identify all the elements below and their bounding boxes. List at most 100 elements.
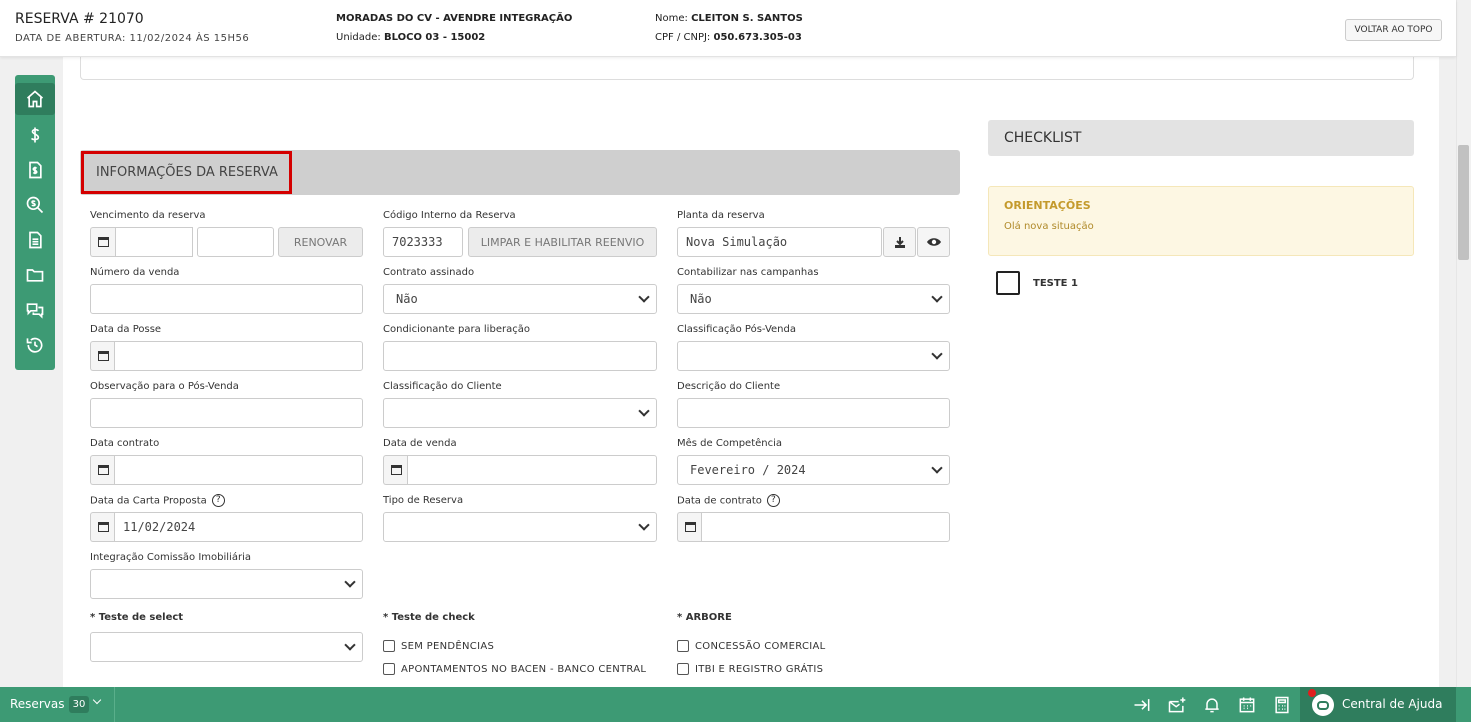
section-title: INFORMAÇÕES DA RESERVA bbox=[81, 151, 292, 194]
bottom-bar: Reservas 30 Central de Ajuda bbox=[0, 687, 1471, 722]
eye-icon[interactable] bbox=[917, 227, 950, 257]
descricao-cliente-label: Descrição do Cliente bbox=[677, 381, 781, 392]
calendar-icon[interactable] bbox=[1236, 694, 1258, 716]
divider bbox=[114, 687, 115, 722]
dollar-icon[interactable] bbox=[15, 119, 55, 151]
contabilizar-label: Contabilizar nas campanhas bbox=[677, 267, 819, 278]
classificacao-cliente-label: Classificação do Cliente bbox=[383, 381, 502, 392]
folder-icon[interactable] bbox=[15, 259, 55, 291]
help-icon[interactable]: ? bbox=[211, 494, 225, 507]
chevron-down-icon[interactable] bbox=[92, 695, 102, 705]
arbore-label: * ARBORE bbox=[677, 612, 732, 623]
observacao-input[interactable] bbox=[90, 398, 363, 428]
check-apontamentos[interactable]: APONTAMENTOS NO BACEN - BANCO CENTRAL bbox=[383, 663, 646, 675]
chevron-down-icon bbox=[931, 348, 943, 360]
contrato-assinado-label: Contrato assinado bbox=[383, 267, 475, 278]
data-posse-input[interactable] bbox=[114, 341, 363, 371]
help-center-label: Central de Ajuda bbox=[1342, 697, 1443, 711]
collapse-right-icon[interactable] bbox=[1131, 694, 1153, 716]
history-icon[interactable] bbox=[15, 329, 55, 361]
vencimento-time-input[interactable] bbox=[197, 227, 274, 257]
help-center-button[interactable]: Central de Ajuda bbox=[1300, 687, 1456, 722]
invoice-icon[interactable] bbox=[15, 154, 55, 186]
integracao-select[interactable] bbox=[90, 569, 363, 599]
classificacao-pos-label: Classificação Pós-Venda bbox=[677, 324, 796, 335]
client-name: Nome: CLEITON S. SANTOS bbox=[655, 13, 803, 24]
descricao-cliente-input[interactable] bbox=[677, 398, 950, 428]
teste-check-label: * Teste de check bbox=[383, 612, 475, 623]
classificacao-cliente-select[interactable] bbox=[383, 398, 657, 428]
tipo-reserva-select[interactable] bbox=[383, 512, 657, 542]
vencimento-date-input[interactable] bbox=[115, 227, 193, 257]
checkbox[interactable] bbox=[383, 663, 395, 675]
chevron-down-icon bbox=[344, 639, 356, 651]
checkbox[interactable] bbox=[677, 640, 689, 652]
mes-competencia-select[interactable]: Fevereiro / 2024 bbox=[677, 455, 950, 485]
numero-venda-label: Número da venda bbox=[90, 267, 180, 278]
check-concessao[interactable]: CONCESSÃO COMERCIAL bbox=[677, 640, 826, 652]
calendar-icon[interactable] bbox=[90, 227, 115, 257]
download-icon[interactable] bbox=[883, 227, 916, 257]
integracao-label: Integração Comissão Imobiliária bbox=[90, 552, 251, 563]
condicionante-input[interactable] bbox=[383, 341, 657, 371]
planta-input[interactable]: Nova Simulação bbox=[677, 227, 882, 257]
home-icon[interactable] bbox=[15, 83, 55, 115]
help-icon[interactable]: ? bbox=[766, 494, 780, 507]
calendar-icon[interactable] bbox=[677, 512, 702, 542]
calculator-icon[interactable] bbox=[1271, 694, 1293, 716]
data-venda-input[interactable] bbox=[407, 455, 657, 485]
document-icon[interactable] bbox=[15, 224, 55, 256]
checklist-item-label: TESTE 1 bbox=[1033, 278, 1078, 289]
reservation-title: RESERVA # 21070 bbox=[15, 11, 144, 27]
client-cpf: CPF / CNPJ: 050.673.305-03 bbox=[655, 32, 802, 43]
contrato-assinado-select[interactable]: Não bbox=[383, 284, 657, 314]
codigo-input[interactable]: 7023333 bbox=[383, 227, 463, 257]
data-de-contrato-label: Data de contrato? bbox=[677, 494, 780, 507]
data-posse-label: Data da Posse bbox=[90, 324, 162, 335]
checkbox[interactable] bbox=[383, 640, 395, 652]
chat-bubble-icon bbox=[1312, 694, 1334, 716]
orientations-title: ORIENTAÇÕES bbox=[1004, 199, 1091, 212]
reservas-count-badge: 30 bbox=[69, 696, 89, 713]
orientations-box: ORIENTAÇÕES Olá nova situação bbox=[988, 186, 1414, 256]
limpar-reenvio-button[interactable]: LIMPAR E HABILITAR REENVIO bbox=[468, 227, 657, 257]
previous-section-box bbox=[80, 55, 1414, 80]
renovar-button[interactable]: RENOVAR bbox=[278, 227, 363, 257]
chevron-down-icon bbox=[344, 576, 356, 588]
chevron-down-icon bbox=[931, 291, 943, 303]
opening-date: DATA DE ABERTURA: 11/02/2024 ÀS 15H56 bbox=[15, 33, 250, 44]
tipo-reserva-label: Tipo de Reserva bbox=[383, 495, 464, 506]
calendar-icon[interactable] bbox=[383, 455, 408, 485]
checklist-header: CHECKLIST bbox=[988, 120, 1414, 156]
chevron-down-icon bbox=[638, 519, 650, 531]
calendar-icon[interactable] bbox=[90, 512, 115, 542]
search-money-icon[interactable] bbox=[15, 189, 55, 221]
checklist-checkbox[interactable] bbox=[996, 271, 1020, 295]
condicionante-label: Condicionante para liberação bbox=[383, 324, 530, 335]
scrollbar-track[interactable] bbox=[1456, 0, 1471, 687]
data-carta-label: Data da Carta Proposta? bbox=[90, 494, 225, 507]
calendar-icon[interactable] bbox=[90, 341, 115, 371]
chat-icon[interactable] bbox=[15, 294, 55, 326]
teste-select[interactable] bbox=[90, 632, 363, 662]
orientations-text: Olá nova situação bbox=[1004, 221, 1094, 232]
checkbox[interactable] bbox=[677, 663, 689, 675]
back-to-top-button[interactable]: VOLTAR AO TOPO bbox=[1345, 19, 1442, 41]
enterprise-name: MORADAS DO CV - AVENDRE INTEGRAÇÃO bbox=[336, 13, 573, 24]
numero-venda-input[interactable] bbox=[90, 284, 363, 314]
data-de-contrato-input[interactable] bbox=[701, 512, 950, 542]
codigo-label: Código Interno da Reserva bbox=[383, 210, 516, 221]
unit-info: Unidade: BLOCO 03 - 15002 bbox=[336, 32, 486, 43]
check-itbi[interactable]: ITBI E REGISTRO GRÁTIS bbox=[677, 663, 823, 675]
classificacao-pos-select[interactable] bbox=[677, 341, 950, 371]
contabilizar-select[interactable]: Não bbox=[677, 284, 950, 314]
bell-icon[interactable] bbox=[1201, 694, 1223, 716]
check-sem-pendencias[interactable]: SEM PENDÊNCIAS bbox=[383, 640, 494, 652]
reservas-label[interactable]: Reservas bbox=[10, 697, 64, 711]
mail-icon[interactable] bbox=[1166, 694, 1188, 716]
vencimento-label: Vencimento da reserva bbox=[90, 210, 206, 221]
scrollbar-thumb[interactable] bbox=[1458, 145, 1469, 260]
calendar-icon[interactable] bbox=[90, 455, 115, 485]
data-carta-input[interactable]: 11/02/2024 bbox=[114, 512, 363, 542]
data-contrato-input[interactable] bbox=[114, 455, 363, 485]
